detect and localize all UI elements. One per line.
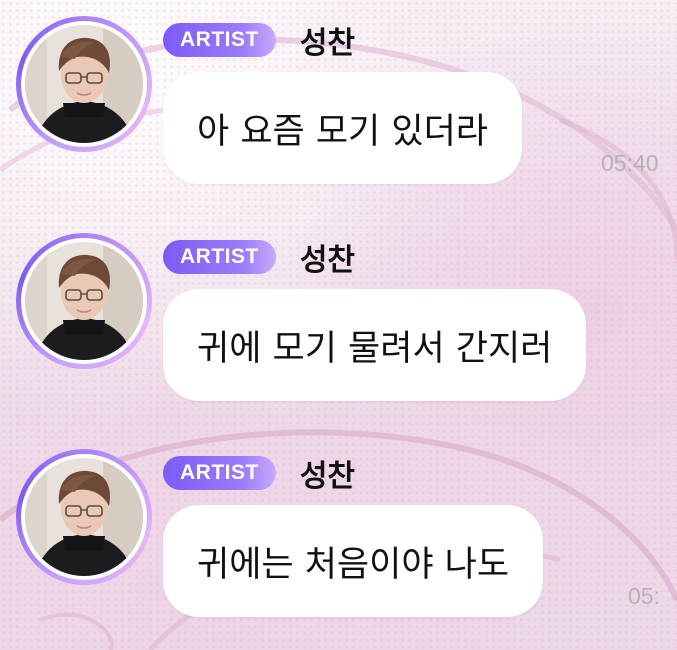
message-text: 귀에 모기 물려서 간지러 — [197, 328, 553, 369]
artist-badge: ARTIST — [163, 23, 276, 57]
message-text: 아 요즘 모기 있더라 — [197, 111, 488, 152]
sender-name[interactable]: 성찬 — [300, 451, 355, 495]
avatar-ring[interactable] — [16, 16, 152, 152]
sender-name[interactable]: 성찬 — [300, 18, 355, 62]
message-bubble[interactable]: 귀에는 처음이야 나도 — [163, 505, 544, 617]
message-bubble[interactable]: 귀에 모기 물려서 간지러 — [163, 289, 587, 401]
profile-photo-icon — [25, 25, 143, 143]
message-text: 귀에는 처음이야 나도 — [197, 544, 510, 585]
artist-badge: ARTIST — [163, 240, 276, 274]
message-bubble[interactable]: 아 요즘 모기 있더라 — [163, 72, 522, 184]
sender-name[interactable]: 성찬 — [300, 235, 355, 279]
artist-badge: ARTIST — [163, 456, 276, 490]
avatar-ring[interactable] — [16, 233, 152, 369]
avatar-ring[interactable] — [16, 449, 152, 585]
avatar[interactable] — [25, 25, 143, 143]
profile-photo-icon — [25, 242, 143, 360]
message-timestamp: 05: — [628, 583, 660, 609]
sender-row: ARTIST 성찬 — [163, 235, 355, 279]
profile-photo-icon — [25, 458, 143, 576]
chat-message: ARTIST 성찬 귀에 모기 물려서 간지러 — [0, 217, 677, 417]
sender-row: ARTIST 성찬 — [163, 451, 355, 495]
sender-row: ARTIST 성찬 — [163, 18, 355, 62]
chat-message: ARTIST 성찬 아 요즘 모기 있더라 05:40 — [0, 0, 677, 200]
chat-message: ARTIST 성찬 귀에는 처음이야 나도 05: — [0, 433, 677, 633]
message-timestamp: 05:40 — [601, 150, 659, 176]
avatar[interactable] — [25, 242, 143, 360]
avatar[interactable] — [25, 458, 143, 576]
